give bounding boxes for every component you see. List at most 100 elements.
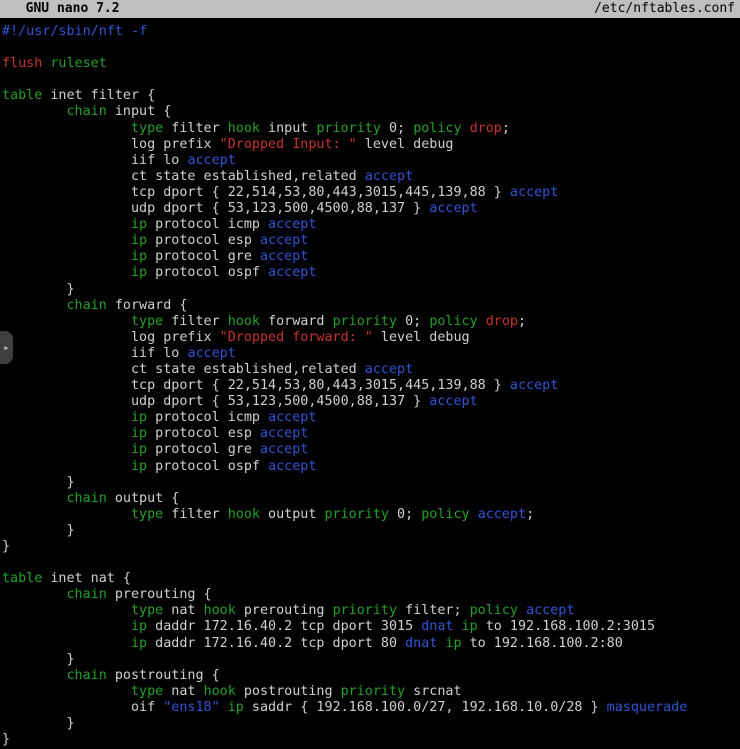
code-token: priority: [316, 121, 381, 136]
editor-area[interactable]: #!/usr/sbin/nft -f flush ruleset table i…: [0, 18, 740, 748]
code-token: [2, 410, 131, 425]
code-token: accept: [510, 378, 558, 393]
code-token: priority: [341, 684, 406, 699]
code-token: prerouting {: [107, 587, 212, 602]
code-token: ;: [526, 507, 534, 522]
code-token: accept: [260, 442, 308, 457]
code-line: flush ruleset: [2, 56, 740, 72]
code-token: hook: [228, 507, 260, 522]
code-token: policy: [429, 314, 477, 329]
code-token: iif lo: [2, 346, 187, 361]
code-token: input {: [107, 104, 172, 119]
code-token: [220, 700, 228, 715]
code-token: ;: [502, 121, 510, 136]
code-line: chain forward {: [2, 298, 740, 314]
code-token: ip: [131, 426, 147, 441]
code-token: chain: [67, 104, 107, 119]
code-token: [518, 603, 526, 618]
code-token: [2, 459, 131, 474]
code-token: chain: [67, 298, 107, 313]
code-token: [2, 603, 131, 618]
code-token: accept: [268, 410, 316, 425]
code-line: udp dport { 53,123,500,4500,88,137 } acc…: [2, 201, 740, 217]
code-line: }: [2, 652, 740, 668]
chevron-right-icon: ▸: [3, 341, 10, 354]
code-token: priority: [333, 314, 398, 329]
code-token: [453, 619, 461, 634]
code-token: accept: [260, 233, 308, 248]
code-token: drop: [486, 314, 518, 329]
code-token: priority: [325, 507, 390, 522]
code-line: log prefix "Dropped Input: " level debug: [2, 137, 740, 153]
code-line: }: [2, 732, 740, 748]
code-token: protocol gre: [147, 249, 260, 264]
code-token: accept: [187, 346, 235, 361]
code-token: ip: [131, 233, 147, 248]
code-token: priority: [333, 603, 398, 618]
code-token: 0;: [381, 121, 413, 136]
code-token: type: [131, 684, 163, 699]
code-line: ip daddr 172.16.40.2 tcp dport 80 dnat i…: [2, 636, 740, 652]
code-token: [2, 249, 131, 264]
code-token: postrouting {: [107, 668, 220, 683]
code-line: ip protocol gre accept: [2, 442, 740, 458]
code-token: accept: [268, 459, 316, 474]
code-token: accept: [268, 217, 316, 232]
code-token: filter;: [397, 603, 470, 618]
code-token: "ens18": [163, 700, 219, 715]
code-line: tcp dport { 22,514,53,80,443,3015,445,13…: [2, 185, 740, 201]
code-token: filter: [163, 121, 228, 136]
code-line: ip protocol esp accept: [2, 233, 740, 249]
code-line: }: [2, 475, 740, 491]
code-token: inet filter {: [42, 88, 155, 103]
code-token: ip: [445, 636, 461, 651]
edge-panel-toggle[interactable]: ▸: [0, 331, 13, 364]
code-token: type: [131, 121, 163, 136]
code-token: filter: [163, 314, 228, 329]
code-token: protocol esp: [147, 233, 260, 248]
code-line: [2, 40, 740, 56]
code-token: [2, 217, 131, 232]
code-token: to 192.168.100.2:80: [462, 636, 623, 651]
code-token: }: [2, 652, 75, 667]
code-token: log prefix: [2, 137, 220, 152]
code-token: protocol ospf: [147, 265, 268, 280]
code-token: table: [2, 571, 42, 586]
code-token: output: [260, 507, 325, 522]
code-token: ip: [131, 619, 147, 634]
code-token: [2, 684, 131, 699]
code-token: chain: [67, 587, 107, 602]
code-line: ip protocol ospf accept: [2, 265, 740, 281]
app-title: GNU nano 7.2: [10, 0, 120, 18]
code-line: }: [2, 716, 740, 732]
code-token: udp dport { 53,123,500,4500,88,137 }: [2, 394, 429, 409]
code-token: [2, 491, 67, 506]
code-token: accept: [260, 426, 308, 441]
code-token: ip: [462, 619, 478, 634]
code-line: [2, 72, 740, 88]
code-token: dnat: [421, 619, 453, 634]
code-token: type: [131, 314, 163, 329]
code-token: 0;: [397, 314, 429, 329]
code-token: accept: [268, 265, 316, 280]
code-token: type: [131, 507, 163, 522]
code-token: }: [2, 716, 75, 731]
code-token: forward {: [107, 298, 188, 313]
code-line: type filter hook output priority 0; poli…: [2, 507, 740, 523]
code-token: #!/usr/sbin/nft -f: [2, 24, 147, 39]
code-token: accept: [429, 394, 477, 409]
code-line: chain input {: [2, 104, 740, 120]
code-token: 0;: [389, 507, 421, 522]
code-token: accept: [187, 153, 235, 168]
code-line: ip protocol esp accept: [2, 426, 740, 442]
code-line: table inet nat {: [2, 571, 740, 587]
code-line: }: [2, 539, 740, 555]
code-token: output {: [107, 491, 180, 506]
code-token: ip: [131, 636, 147, 651]
code-line: chain postrouting {: [2, 668, 740, 684]
code-token: "Dropped forward: ": [220, 330, 373, 345]
code-token: ip: [131, 410, 147, 425]
code-line: ip protocol icmp accept: [2, 410, 740, 426]
code-token: dnat: [405, 636, 437, 651]
code-token: protocol esp: [147, 426, 260, 441]
